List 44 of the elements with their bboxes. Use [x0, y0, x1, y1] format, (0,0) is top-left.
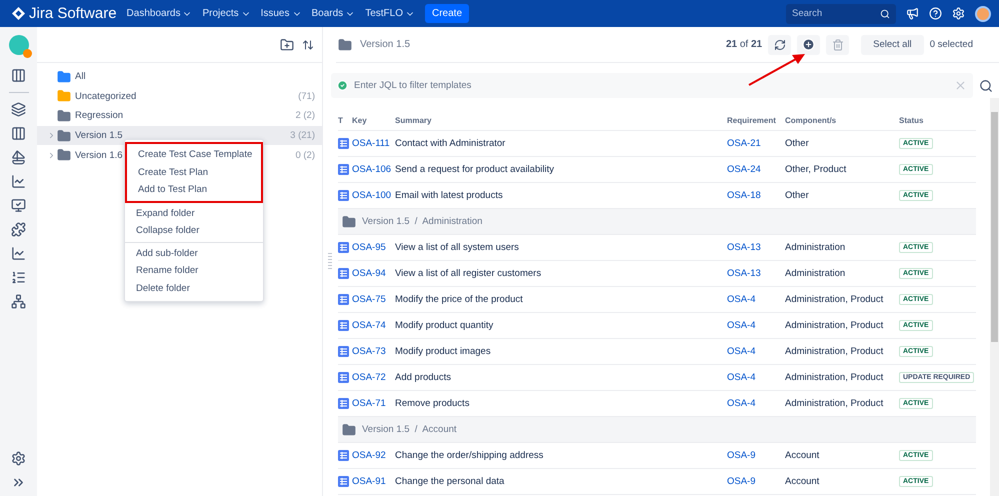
group-path: Version 1.5 / Administration	[362, 216, 482, 227]
component-cell-text: Other, Product	[785, 164, 848, 175]
column-header: Component/s	[785, 116, 838, 124]
folder-name: Uncategorized	[75, 90, 136, 102]
folder-name: All	[75, 71, 86, 82]
folder-title: Version 1.5	[360, 39, 412, 50]
column-header: Status	[899, 116, 924, 124]
summary-cell-text: View a list of all register customers	[395, 268, 542, 279]
summary-cell-text: Change the personal data	[395, 476, 506, 487]
folder-count: (71)	[298, 90, 315, 102]
folder-count: 0 (2)	[295, 150, 315, 161]
component-cell-text: Account	[785, 476, 820, 487]
summary-cell-text: Change the order/shipping address	[395, 450, 544, 461]
column-header: Requirement	[727, 116, 777, 124]
summary-cell-text: Modify the price of the product	[395, 294, 524, 305]
component-cell-text: Administration, Product	[785, 320, 884, 331]
component-cell-text: Administration, Product	[785, 372, 884, 383]
folder-name: Version 1.5	[75, 130, 123, 142]
group-path: Version 1.5 / Account	[362, 424, 457, 435]
component-cell-text: Administration	[785, 268, 846, 279]
result-counter: 21 of 21	[726, 39, 762, 50]
column-header: T	[338, 116, 344, 124]
folder-count: 2 (2)	[295, 110, 315, 122]
summary-cell-text: Modify product images	[395, 346, 492, 357]
summary-cell-text: Send a request for product availability	[395, 164, 555, 175]
selected-count: 0 selected	[930, 39, 973, 50]
component-cell-text: Other	[785, 190, 810, 201]
summary-cell-text: Remove products	[395, 398, 470, 409]
component-cell-text: Administration, Product	[785, 398, 884, 409]
column-header: Summary	[395, 116, 432, 124]
component-cell-text: Account	[785, 450, 820, 461]
folder-name: Regression	[75, 110, 124, 122]
summary-cell-text: Email with latest products	[395, 190, 504, 201]
summary-cell-text: Contact with Administrator	[395, 138, 506, 149]
folder-count: 3 (21)	[290, 130, 315, 142]
column-header: Key	[352, 116, 368, 124]
component-cell-text: Other	[785, 138, 810, 149]
summary-cell-text: Add products	[395, 372, 452, 383]
summary-cell-text: View a list of all system users	[395, 242, 520, 253]
folder-name: Version 1.6	[75, 150, 123, 161]
summary-cell-text: Modify product quantity	[395, 320, 494, 331]
component-cell-text: Administration, Product	[785, 294, 884, 305]
component-cell-text: Administration	[785, 242, 846, 253]
component-cell-text: Administration, Product	[785, 346, 884, 357]
